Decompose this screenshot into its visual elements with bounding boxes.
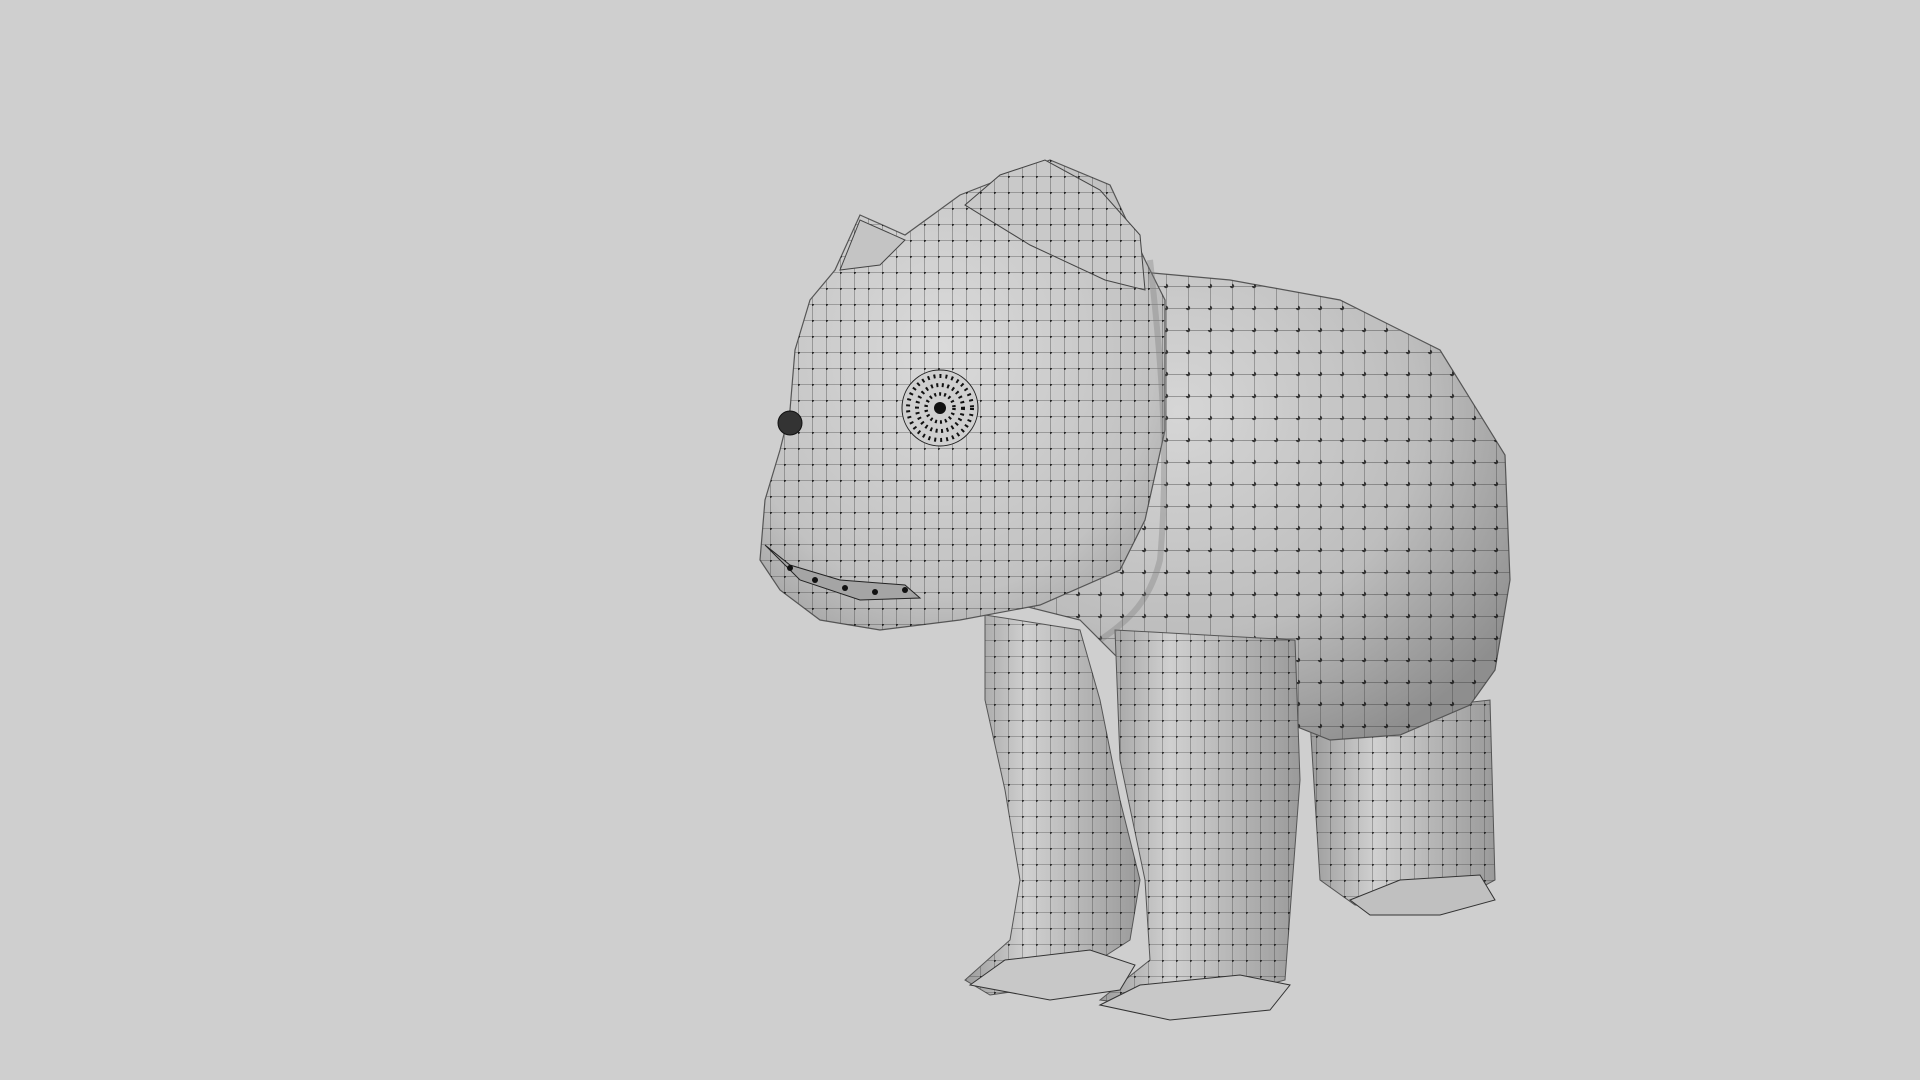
- bear-cub-mesh[interactable]: [0, 0, 1920, 1080]
- front-left-leg: [964, 614, 1141, 996]
- 3d-viewport[interactable]: [0, 0, 1920, 1080]
- front-right-leg: [1098, 629, 1301, 1006]
